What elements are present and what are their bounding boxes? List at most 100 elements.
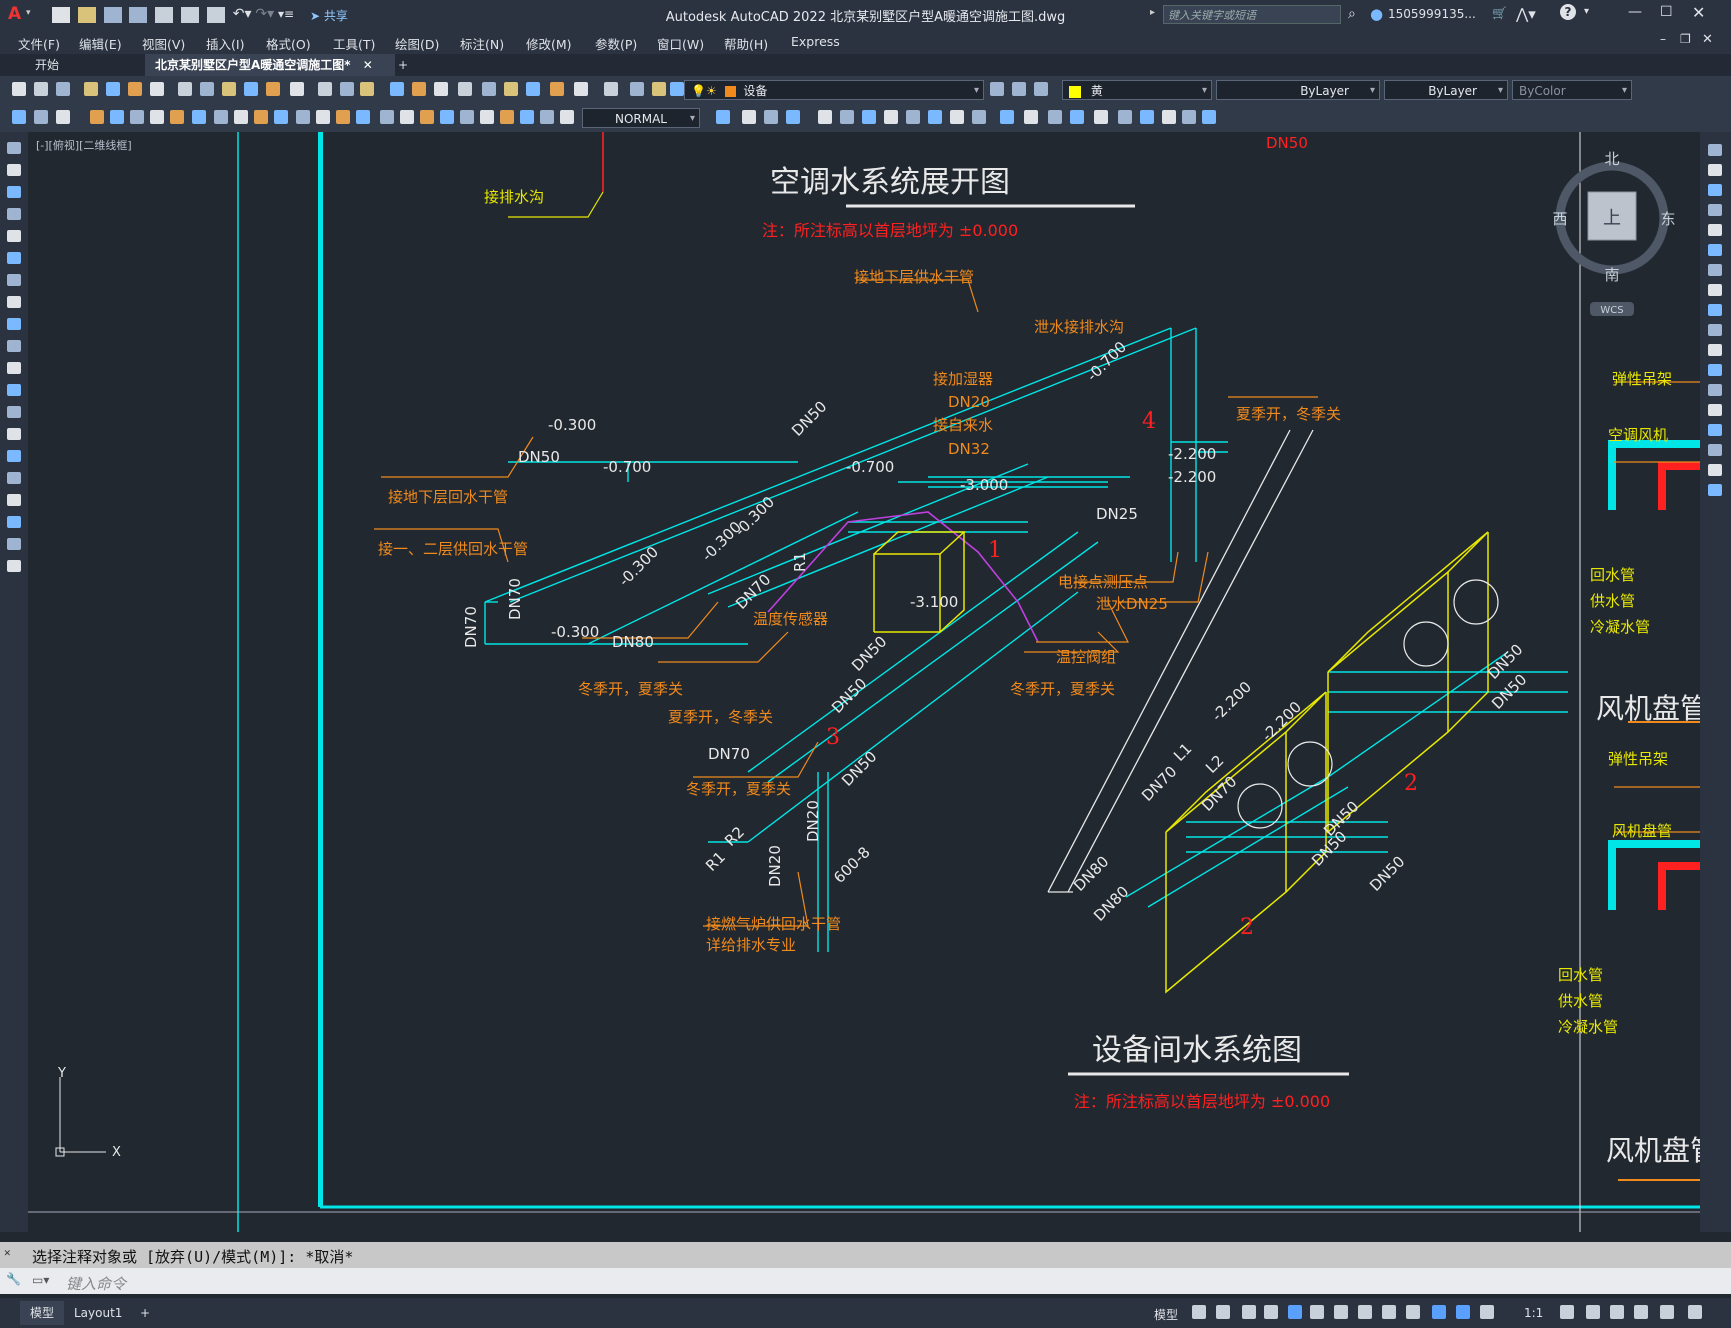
toolbar-standard-icon[interactable] (222, 82, 236, 96)
modify-tool-icon[interactable] (1708, 324, 1722, 336)
minimize-icon[interactable]: — (1628, 4, 1642, 20)
toolbar-modify-icon[interactable] (1118, 110, 1132, 124)
toolbar-standard-icon[interactable] (150, 82, 164, 96)
drawing-canvas[interactable]: [-][俯视][二维线框] 空调水系统展开图 注：所注标高以首层地坪为 ±0.00… (28, 132, 1700, 1232)
lineweight-dropdown[interactable]: ByLayer ▾ (1384, 80, 1508, 100)
toolbar-draw-icon[interactable] (540, 110, 554, 124)
tab-document[interactable]: 北京某别墅区户型A暖通空调施工图* ✕ (145, 54, 395, 76)
search-icon[interactable]: ⌕ (1348, 6, 1356, 22)
toolbar-draw-icon[interactable] (90, 110, 104, 124)
toolbar-standard-icon[interactable] (550, 82, 564, 96)
toolbar-modify-icon[interactable] (1202, 110, 1216, 124)
modify-tool-icon[interactable] (1708, 464, 1722, 476)
toolbar-draw-icon[interactable] (34, 110, 48, 124)
status-toggle-icon[interactable] (1358, 1305, 1372, 1319)
status-toggle-icon[interactable] (1310, 1305, 1324, 1319)
autodesk-app-icon[interactable]: ⋀▾ (1516, 5, 1536, 23)
modify-tool-icon[interactable] (1708, 344, 1722, 356)
toolbar-standard-icon[interactable] (84, 82, 98, 96)
toolbar-standard-icon[interactable] (630, 82, 644, 96)
toolbar-modify-icon[interactable] (818, 110, 832, 124)
status-toggle-icon[interactable] (1334, 1305, 1348, 1319)
command-close-icon[interactable]: ✕ (4, 1246, 11, 1259)
toolbar-standard-icon[interactable] (604, 82, 618, 96)
toolbar-standard-icon[interactable] (244, 82, 258, 96)
modify-tool-icon[interactable] (1708, 444, 1722, 456)
menu-dimension[interactable]: 标注(N) (460, 34, 504, 53)
toolbar-draw-icon[interactable] (500, 110, 514, 124)
status-toggle-icon[interactable] (1216, 1305, 1230, 1319)
toolbar-modify-icon[interactable] (862, 110, 876, 124)
command-options-icon[interactable]: ▭▾ (32, 1273, 49, 1287)
status-toggle-icon[interactable] (1660, 1305, 1674, 1319)
toolbar-draw-icon[interactable] (420, 110, 434, 124)
add-layout-button[interactable]: + (140, 1306, 150, 1320)
toolbar-draw-icon[interactable] (274, 110, 288, 124)
modify-tool-icon[interactable] (1708, 244, 1722, 256)
toolbar-modify-icon[interactable] (1140, 110, 1154, 124)
draw-tool-icon[interactable] (7, 142, 21, 154)
toolbar-modify-icon[interactable] (1182, 110, 1196, 124)
modify-tool-icon[interactable] (1708, 404, 1722, 416)
toolbar-draw-icon[interactable] (560, 110, 574, 124)
toolbar-modify-icon[interactable] (950, 110, 964, 124)
modify-tool-icon[interactable] (1708, 224, 1722, 236)
status-toggle-icon[interactable] (1406, 1305, 1420, 1319)
toolbar-draw-icon[interactable] (400, 110, 414, 124)
menu-help[interactable]: 帮助(H) (724, 34, 768, 53)
toolbar-draw-icon[interactable] (356, 110, 370, 124)
toolbar-draw-icon[interactable] (192, 110, 206, 124)
toolbar-standard-icon[interactable] (34, 82, 48, 96)
toolbar-modify-icon[interactable] (928, 110, 942, 124)
toolbar-modify-icon[interactable] (1024, 110, 1038, 124)
toolbar-draw-icon[interactable] (480, 110, 494, 124)
toolbar-draw-icon[interactable] (234, 110, 248, 124)
toolbar-draw-icon[interactable] (460, 110, 474, 124)
menu-file[interactable]: 文件(F) (18, 34, 60, 53)
draw-tool-icon[interactable] (7, 164, 21, 176)
model-space-button[interactable]: 模型 (1154, 1306, 1178, 1323)
draw-tool-icon[interactable] (7, 494, 21, 506)
toolbar-standard-icon[interactable] (106, 82, 120, 96)
modify-tool-icon[interactable] (1708, 204, 1722, 216)
toolbar-draw-icon[interactable] (336, 110, 350, 124)
toolbar-standard-icon[interactable] (412, 82, 426, 96)
toolbar-draw-icon[interactable] (380, 110, 394, 124)
status-toggle-icon[interactable] (1288, 1305, 1302, 1319)
status-toggle-icon[interactable] (1586, 1305, 1600, 1319)
toolbar-standard-icon[interactable] (434, 82, 448, 96)
toolbar-standard-icon[interactable] (56, 82, 70, 96)
toolbar-standard-icon[interactable] (652, 82, 666, 96)
menu-insert[interactable]: 插入(I) (206, 34, 244, 53)
draw-tool-icon[interactable] (7, 384, 21, 396)
status-toggle-icon[interactable] (1456, 1305, 1470, 1319)
draw-tool-icon[interactable] (7, 318, 21, 330)
menu-express[interactable]: Express (791, 34, 840, 49)
status-toggle-icon[interactable] (1634, 1305, 1648, 1319)
toolbar-draw-icon[interactable] (150, 110, 164, 124)
color-dropdown[interactable]: 黄 ▾ (1062, 80, 1212, 100)
status-toggle-icon[interactable] (1480, 1305, 1494, 1319)
draw-tool-icon[interactable] (7, 274, 21, 286)
help-icon[interactable]: ? (1560, 4, 1576, 20)
modify-tool-icon[interactable] (1708, 424, 1722, 436)
menu-view[interactable]: 视图(V) (142, 34, 185, 53)
command-prompt[interactable]: 键入命令 (66, 1273, 126, 1294)
toolbar-draw-icon[interactable] (170, 110, 184, 124)
toolbar-draw-icon[interactable] (296, 110, 310, 124)
toolbar-standard-icon[interactable] (574, 82, 588, 96)
draw-tool-icon[interactable] (7, 186, 21, 198)
modify-tool-icon[interactable] (1708, 484, 1722, 496)
toolbar-draw-icon[interactable] (316, 110, 330, 124)
toolbar-modify-icon[interactable] (764, 110, 778, 124)
modify-tool-icon[interactable] (1708, 284, 1722, 296)
menu-tools[interactable]: 工具(T) (333, 34, 375, 53)
draw-tool-icon[interactable] (7, 428, 21, 440)
draw-tool-icon[interactable] (7, 516, 21, 528)
layer-dropdown[interactable]: 💡☀ 设备 ▾ (684, 80, 984, 100)
toolbar-standard-icon[interactable] (360, 82, 374, 96)
toolbar-modify-icon[interactable] (972, 110, 986, 124)
toolbar-standard-icon[interactable] (128, 82, 142, 96)
toolbar-standard-icon[interactable] (12, 82, 26, 96)
text-style-dropdown[interactable]: NORMAL ▾ (582, 108, 700, 128)
